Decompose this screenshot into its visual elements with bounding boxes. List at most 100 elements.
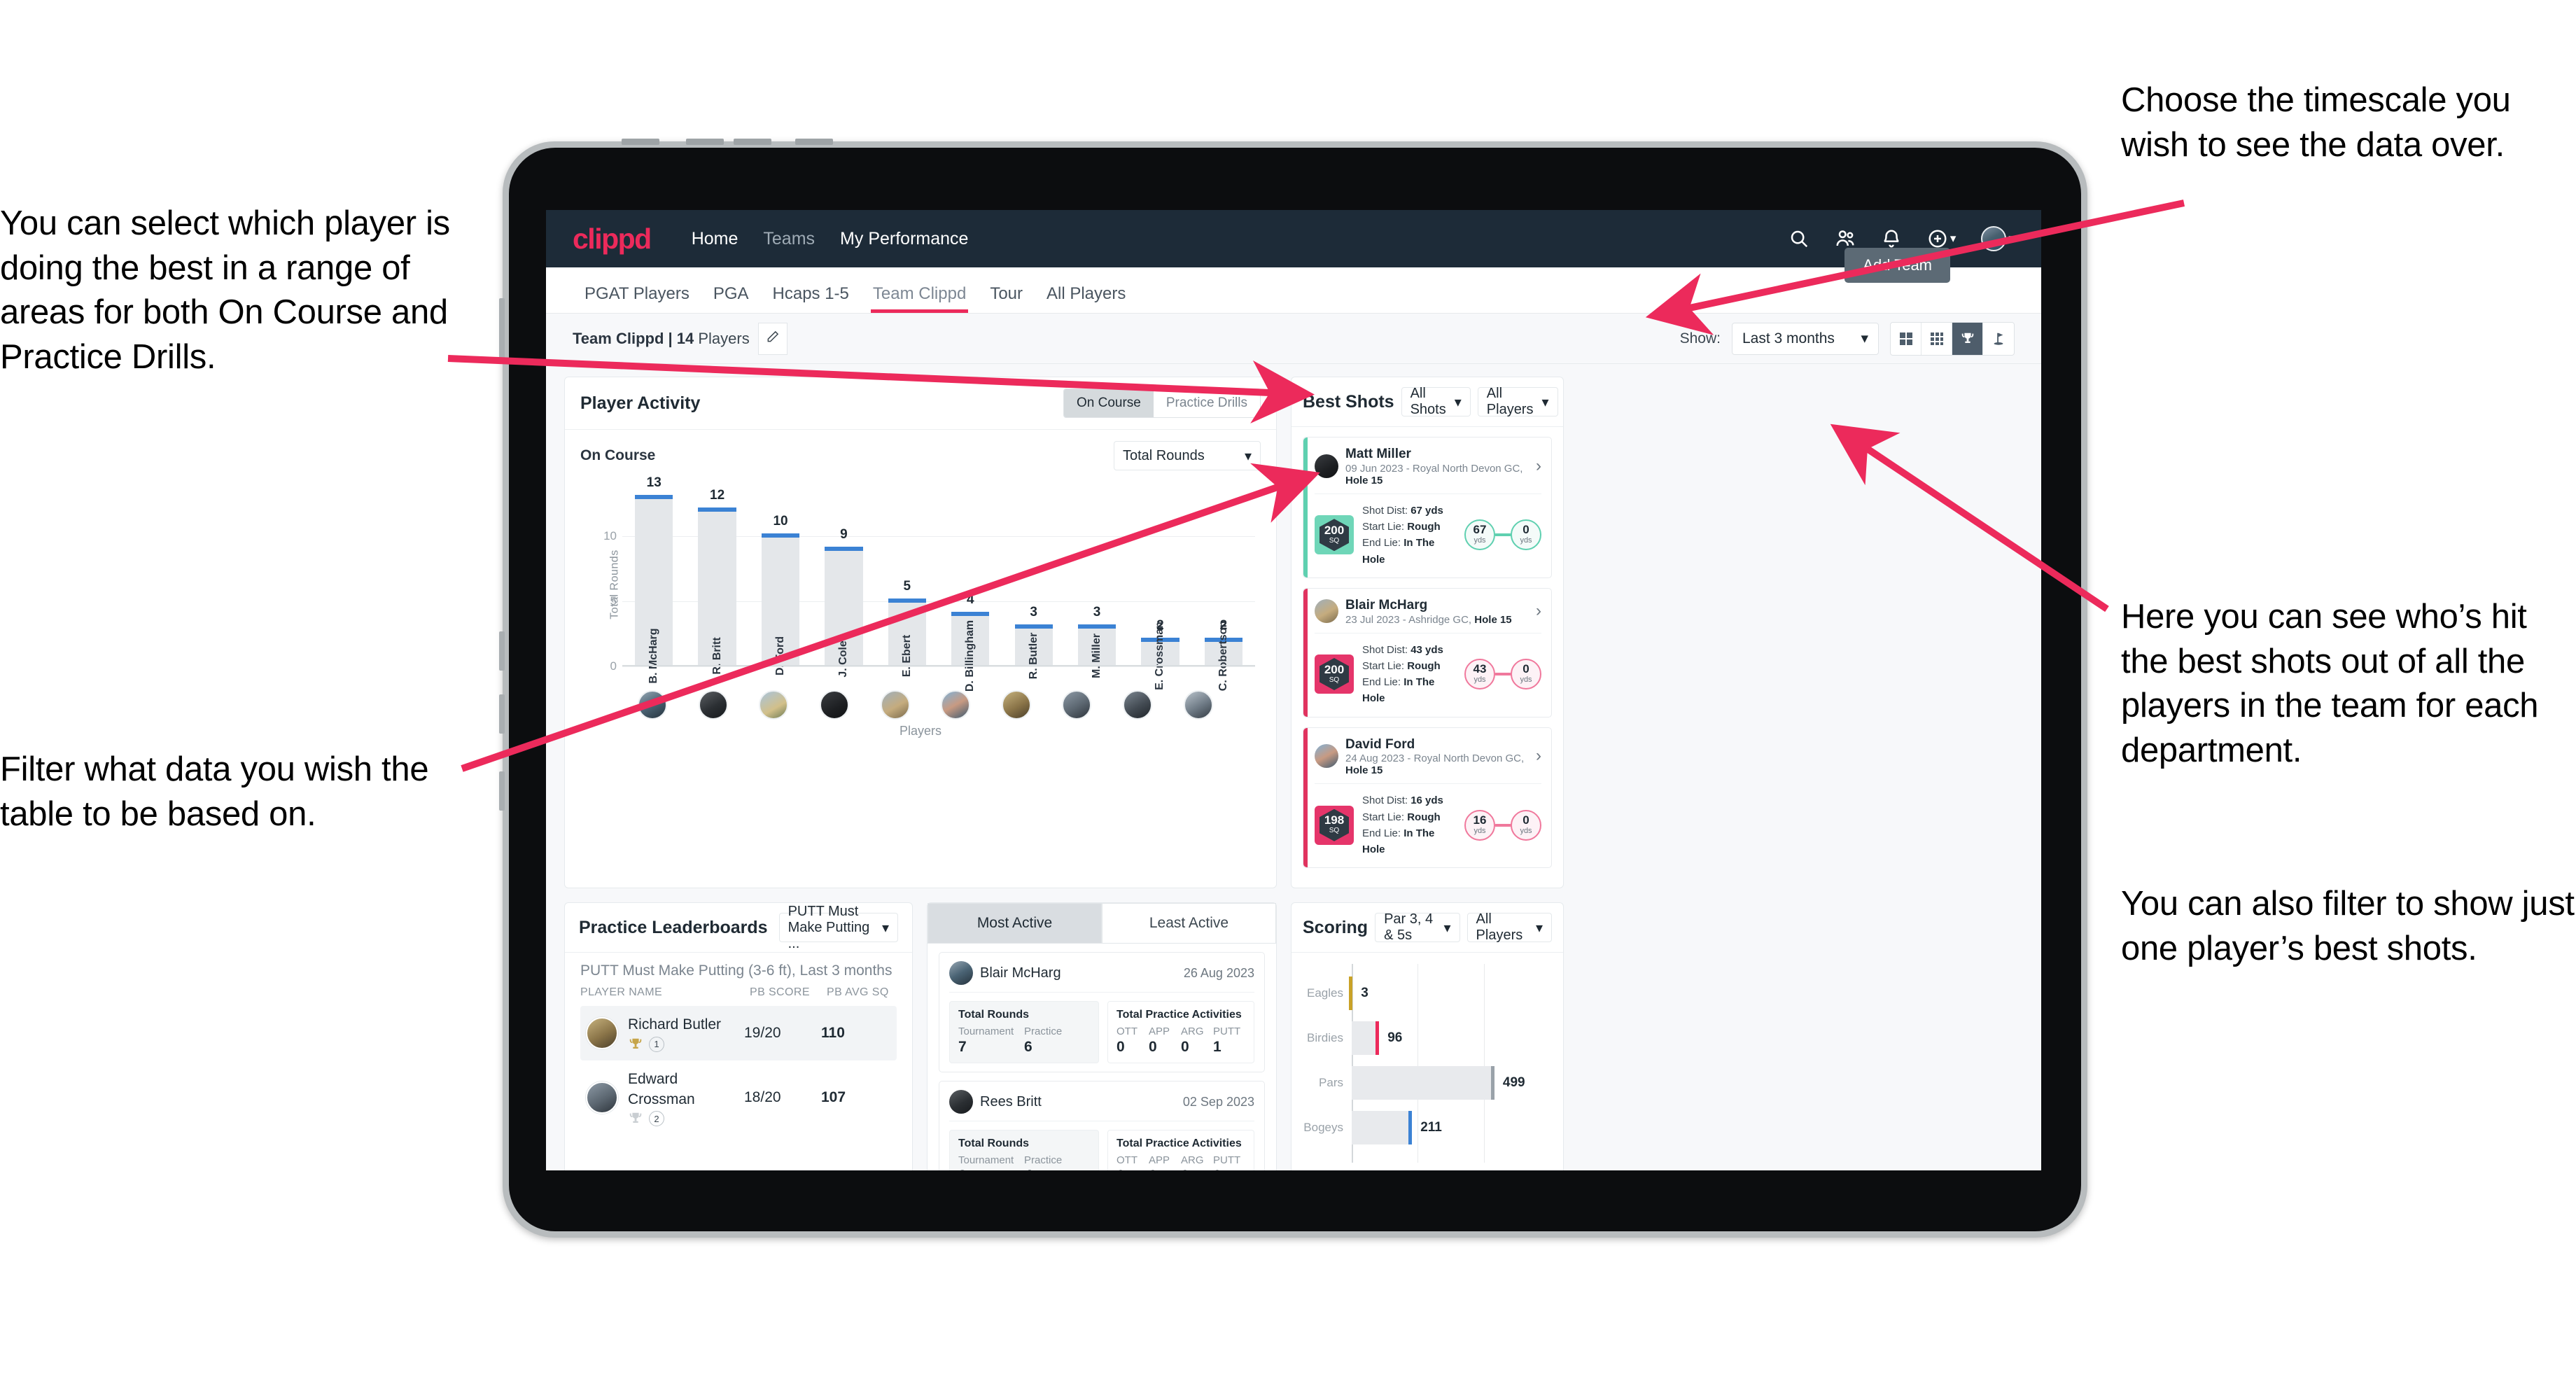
player-avatar[interactable] [820, 690, 850, 720]
chart-bar-column[interactable]: 5 E. Ebert [876, 484, 939, 677]
player-activity-subheader: On Course Total Rounds ▾ [565, 430, 1276, 475]
chart-bar[interactable]: 4 D. Billingham [951, 592, 990, 692]
nav-link-teams[interactable]: Teams [763, 229, 815, 249]
player-avatar[interactable] [759, 690, 789, 720]
chevron-right-icon[interactable]: › [1536, 601, 1541, 621]
chart-bar-column[interactable]: 13 B. McHarg [622, 475, 685, 684]
people-icon[interactable] [1835, 228, 1856, 249]
scoring-player-filter[interactable]: All Players ▾ [1466, 911, 1553, 943]
player-avatar[interactable] [1001, 690, 1031, 720]
table-row[interactable]: Edward Crossman 2 18/20 107 [580, 1060, 897, 1135]
activity-item[interactable]: Rees Britt 02 Sep 2023 Total Rounds Tournam… [939, 1081, 1265, 1170]
chart-bar-column[interactable]: 2 E. Crossman [1128, 484, 1191, 690]
best-shot-card[interactable]: David Ford 24 Aug 2023 - Royal North Devo… [1303, 727, 1552, 869]
clippd-logo[interactable]: clippd [573, 223, 652, 255]
tab-team-clippd[interactable]: Team Clippd [861, 284, 978, 313]
tab-all-players[interactable]: All Players [1035, 284, 1138, 313]
trophy-view-button[interactable] [1952, 322, 1983, 355]
chart-bar[interactable]: 9 J. Coles [825, 527, 863, 678]
chart-bar-column[interactable]: 3 R. Butler [1002, 484, 1065, 679]
player-avatar[interactable] [1183, 690, 1213, 720]
chart-bar-column[interactable]: 2 C. Robertson [1192, 484, 1255, 691]
scoring-row[interactable]: Birdies 96 [1292, 1016, 1552, 1060]
player-avatar[interactable] [1062, 690, 1092, 720]
metric-select[interactable]: Total Rounds ▾ [1114, 441, 1261, 470]
tablet-side-button-1 [499, 298, 505, 363]
edit-team-button[interactable] [757, 322, 788, 355]
stat-column: Tournament 7 [958, 1026, 1024, 1056]
add-team-button[interactable]: Add Team [1844, 248, 1950, 283]
chart-bar-value: 5 [903, 579, 911, 594]
tab-pga[interactable]: PGA [701, 284, 761, 313]
scoring-bar-cap [1490, 1066, 1494, 1100]
practice-leaderboards-header: Practice Leaderboards PUTT Must Make Put… [565, 903, 912, 953]
scoring-row[interactable]: Bogeys 211 [1292, 1105, 1552, 1150]
player-avatar[interactable] [880, 690, 910, 720]
hexagon-icon: 200 SQ [1320, 658, 1349, 690]
shot-distance: Shot Dist: 16 yds [1362, 794, 1443, 807]
player-avatar[interactable] [698, 690, 728, 720]
chevron-right-icon[interactable]: › [1536, 456, 1541, 476]
chart-bar-column[interactable]: 9 J. Coles [812, 484, 875, 678]
avatar[interactable] [1981, 226, 2007, 251]
chart-bar[interactable]: 2 C. Robertson [1204, 618, 1242, 691]
chart-bar-label: D. Billingham [964, 620, 976, 692]
player-avatar[interactable] [638, 690, 668, 720]
hexagon-icon: 200 SQ [1320, 519, 1349, 552]
chart-bar[interactable]: 13 B. McHarg [635, 475, 673, 684]
plus-circle-icon[interactable] [1927, 228, 1948, 249]
drill-select[interactable]: PUTT Must Make Putting ... ▾ [778, 904, 898, 951]
chart-bar[interactable]: 3 R. Butler [1014, 605, 1053, 679]
chart-bar-column[interactable]: 12 R. Britt [685, 484, 748, 675]
golf-flag-view-button[interactable] [1983, 323, 2014, 355]
tab-most-active[interactable]: Most Active [927, 903, 1102, 944]
activity-stats: Total Rounds Tournament8Practice4 Total Pr… [949, 1121, 1254, 1170]
chart-bar[interactable]: 5 E. Ebert [888, 579, 926, 677]
chart-bar[interactable]: 10 D. Ford [761, 514, 800, 676]
grid-3x3-view-button[interactable] [1921, 322, 1952, 355]
nav-link-my-performance[interactable]: My Performance [840, 229, 968, 249]
best-shots-player-filter[interactable]: All Players ▾ [1477, 386, 1558, 417]
tab-hcaps-1-5[interactable]: Hcaps 1-5 [761, 284, 861, 313]
stat-column: APP0 [1149, 1026, 1181, 1056]
best-shot-card[interactable]: Matt Miller 09 Jun 2023 - Royal North Dev… [1303, 437, 1552, 578]
activity-item[interactable]: Blair McHarg 26 Aug 2023 Total Rounds Tourn… [939, 952, 1265, 1073]
chart-bar-column[interactable]: 10 D. Ford [749, 484, 812, 676]
timescale-select[interactable]: Last 3 months ▾ [1732, 322, 1879, 355]
end-distance-unit: yds [1520, 826, 1532, 835]
chart-bar[interactable]: 12 R. Britt [698, 488, 736, 675]
start-distance-value: 16 [1473, 813, 1487, 827]
scoring-label: Birdies [1307, 1031, 1343, 1045]
tab-tour[interactable]: Tour [978, 284, 1035, 313]
table-row[interactable]: Richard Butler 1 19/20 110 [580, 1006, 897, 1060]
stat-value: 0 [1116, 1168, 1149, 1170]
player-avatar[interactable] [941, 690, 971, 720]
add-menu[interactable]: ▾ [1927, 228, 1956, 249]
par-filter-select[interactable]: Par 3, 4 & 5s ▾ [1375, 911, 1460, 943]
app-screen: clippd Home Teams My Performance ▾ ▾ PGA… [546, 210, 2041, 1170]
user-menu[interactable]: ▾ [1981, 226, 2015, 251]
grid-2x2-view-button[interactable] [1891, 322, 1921, 355]
chart-y-axis-label: Total Rounds [608, 550, 621, 620]
bell-icon[interactable] [1881, 228, 1902, 249]
chevron-right-icon[interactable]: › [1536, 746, 1541, 766]
scoring-row[interactable]: Pars 499 [1292, 1060, 1552, 1105]
search-icon[interactable] [1788, 228, 1809, 249]
segment-practice-drills[interactable]: Practice Drills [1153, 389, 1260, 417]
nav-link-home[interactable]: Home [692, 229, 738, 249]
chart-bar[interactable]: 2 E. Crossman [1141, 618, 1180, 690]
scoring-card: Scoring Par 3, 4 & 5s ▾ All Players ▾ Ea… [1291, 902, 1564, 1170]
chart-bar-column[interactable]: 4 D. Billingham [939, 484, 1002, 692]
stat-value: 8 [958, 1168, 1024, 1170]
best-shot-card[interactable]: Blair McHarg 23 Jul 2023 - Ashridge GC, H… [1303, 587, 1552, 718]
player-name: David Ford [1345, 736, 1415, 752]
player-avatar[interactable] [1123, 690, 1153, 720]
chart-bar[interactable]: 3 M. Miller [1077, 605, 1116, 678]
tab-least-active[interactable]: Least Active [1102, 903, 1276, 944]
tab-pgat-players[interactable]: PGAT Players [573, 284, 701, 313]
best-shots-shot-filter[interactable]: All Shots ▾ [1401, 386, 1471, 417]
practice-leaderboards-title: Practice Leaderboards [579, 917, 768, 937]
chart-bar-column[interactable]: 3 M. Miller [1065, 484, 1128, 678]
scoring-row[interactable]: Eagles 3 [1292, 971, 1552, 1016]
segment-on-course[interactable]: On Course [1064, 389, 1154, 417]
